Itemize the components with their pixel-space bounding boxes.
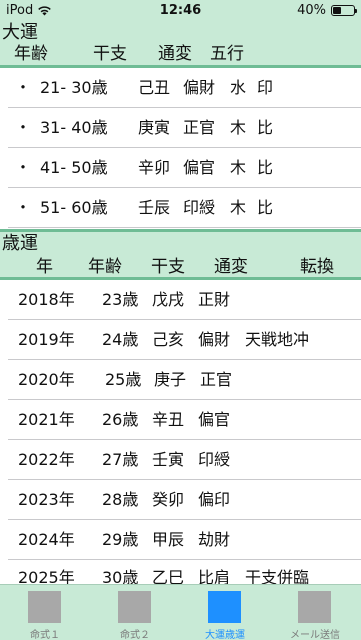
row-age: 26歳 xyxy=(102,410,139,429)
row-year: 2018年 xyxy=(18,290,75,309)
row-tsuhen: 印綬 xyxy=(183,198,216,217)
saiun-title: 歳運 xyxy=(2,233,38,254)
daiun-row[interactable]: ・ 41- 50歳 辛卯 偏官 木 比 xyxy=(0,148,361,188)
row-tsuhen: 劫財 xyxy=(198,530,231,549)
row-tsuhen: 偏財 xyxy=(183,78,216,97)
daiun-header-age: 年齢 xyxy=(14,44,48,64)
row-tenkan: 天戦地冲 xyxy=(245,330,310,349)
row-year: 2021年 xyxy=(18,410,75,429)
row-gogyo: 木 xyxy=(230,198,247,217)
tab-label: メール送信 xyxy=(290,630,340,640)
saiun-header-tenkan: 転換 xyxy=(300,257,334,277)
status-right: 40% xyxy=(297,3,357,18)
row-year: 2022年 xyxy=(18,450,75,469)
tab-meishiki-1[interactable]: 命式１ xyxy=(0,585,90,640)
battery-icon xyxy=(331,5,357,16)
row-gogyo: 水 xyxy=(230,78,247,97)
tab-label: 大運歳運 xyxy=(205,630,245,640)
row-tsuhen: 正官 xyxy=(200,370,233,389)
status-bar: iPod 12:46 40% xyxy=(0,0,361,22)
saiun-row[interactable]: 2019年 24歳 己亥 偏財 天戦地冲 xyxy=(0,320,361,360)
row-bullet: ・ xyxy=(15,118,32,137)
row-age-range: 21- 30歳 xyxy=(40,78,108,97)
row-kanshi: 壬辰 xyxy=(138,198,171,217)
row-kanshi: 辛卯 xyxy=(138,158,171,177)
tab-meishiki-2[interactable]: 命式２ xyxy=(90,585,180,640)
tab-bar: 命式１ 命式２ 大運歳運 メール送信 xyxy=(0,584,361,640)
saiun-row[interactable]: 2024年 29歳 甲辰 劫財 xyxy=(0,520,361,560)
row-kanshi: 辛丑 xyxy=(152,410,185,429)
tab-send-mail[interactable]: メール送信 xyxy=(270,585,360,640)
row-kanshi: 己丑 xyxy=(138,78,171,97)
saiun-row[interactable]: 2018年 23歳 戊戌 正財 xyxy=(0,280,361,320)
row-tsuhen: 正財 xyxy=(198,290,231,309)
row-kanshi: 己亥 xyxy=(152,330,185,349)
row-age: 23歳 xyxy=(102,290,139,309)
row-age-range: 31- 40歳 xyxy=(40,118,108,137)
daiun-row[interactable]: ・ 31- 40歳 庚寅 正官 木 比 xyxy=(0,108,361,148)
row-age-range: 41- 50歳 xyxy=(40,158,108,177)
row-tsuhen: 偏官 xyxy=(183,158,216,177)
saiun-header-year: 年 xyxy=(36,257,53,277)
row-kanshi: 庚子 xyxy=(154,370,187,389)
row-kanshi: 癸卯 xyxy=(152,490,185,509)
daiun-title: 大運 xyxy=(2,22,38,43)
saiun-row[interactable]: 2021年 26歳 辛丑 偏官 xyxy=(0,400,361,440)
row-age: 27歳 xyxy=(102,450,139,469)
row-year: 2023年 xyxy=(18,490,75,509)
saiun-header-kanshi: 干支 xyxy=(151,257,185,277)
row-year: 2019年 xyxy=(18,330,75,349)
row-gogyo: 木 xyxy=(230,158,247,177)
saiun-row[interactable]: 2022年 27歳 壬寅 印綬 xyxy=(0,440,361,480)
saiun-header: 歳運 年 年齢 干支 通変 転換 xyxy=(0,232,361,277)
row-tsuhen: 正官 xyxy=(183,118,216,137)
row-kanshi: 甲辰 xyxy=(152,530,185,549)
daiun-header-tsuhen: 通変 xyxy=(158,44,192,64)
row-age: 29歳 xyxy=(102,530,139,549)
saiun-header-age: 年齢 xyxy=(88,257,122,277)
battery-percent: 40% xyxy=(297,3,326,18)
row-age: 28歳 xyxy=(102,490,139,509)
row-bullet: ・ xyxy=(15,78,32,97)
daiun-header-gogyo: 五行 xyxy=(210,44,244,64)
row-tsuhen: 偏官 xyxy=(198,410,231,429)
row-relation: 比 xyxy=(257,198,274,217)
row-bullet: ・ xyxy=(15,158,32,177)
row-tsuhen: 偏印 xyxy=(198,490,231,509)
tab-label: 命式２ xyxy=(120,630,150,640)
daiun-header: 大運 年齢 干支 通変 五行 xyxy=(0,22,361,65)
row-gogyo: 木 xyxy=(230,118,247,137)
saiun-row[interactable]: 2023年 28歳 癸卯 偏印 xyxy=(0,480,361,520)
row-kanshi: 壬寅 xyxy=(152,450,185,469)
tab-placeholder-icon xyxy=(208,591,241,623)
saiun-row[interactable]: 2020年 25歳 庚子 正官 xyxy=(0,360,361,400)
row-age: 24歳 xyxy=(102,330,139,349)
daiun-row[interactable]: ・ 51- 60歳 壬辰 印綬 木 比 xyxy=(0,188,361,228)
row-relation: 比 xyxy=(257,158,274,177)
row-bullet: ・ xyxy=(15,198,32,217)
daiun-row[interactable]: ・ 21- 30歳 己丑 偏財 水 印 xyxy=(0,68,361,108)
row-relation: 印 xyxy=(257,78,274,97)
row-year: 2020年 xyxy=(18,370,75,389)
tab-placeholder-icon xyxy=(118,591,151,623)
saiun-header-tsuhen: 通変 xyxy=(214,257,248,277)
tab-placeholder-icon xyxy=(28,591,61,623)
row-age: 25歳 xyxy=(105,370,142,389)
row-tsuhen: 偏財 xyxy=(198,330,231,349)
tab-daiun-saiun[interactable]: 大運歳運 xyxy=(180,585,270,640)
row-kanshi: 庚寅 xyxy=(138,118,171,137)
row-year: 2024年 xyxy=(18,530,75,549)
tab-label: 命式１ xyxy=(30,630,60,640)
battery-level xyxy=(333,7,341,14)
row-tsuhen: 印綬 xyxy=(198,450,231,469)
row-age-range: 51- 60歳 xyxy=(40,198,108,217)
daiun-header-kanshi: 干支 xyxy=(93,44,127,64)
row-relation: 比 xyxy=(257,118,274,137)
tab-placeholder-icon xyxy=(298,591,331,623)
row-kanshi: 戊戌 xyxy=(152,290,185,309)
